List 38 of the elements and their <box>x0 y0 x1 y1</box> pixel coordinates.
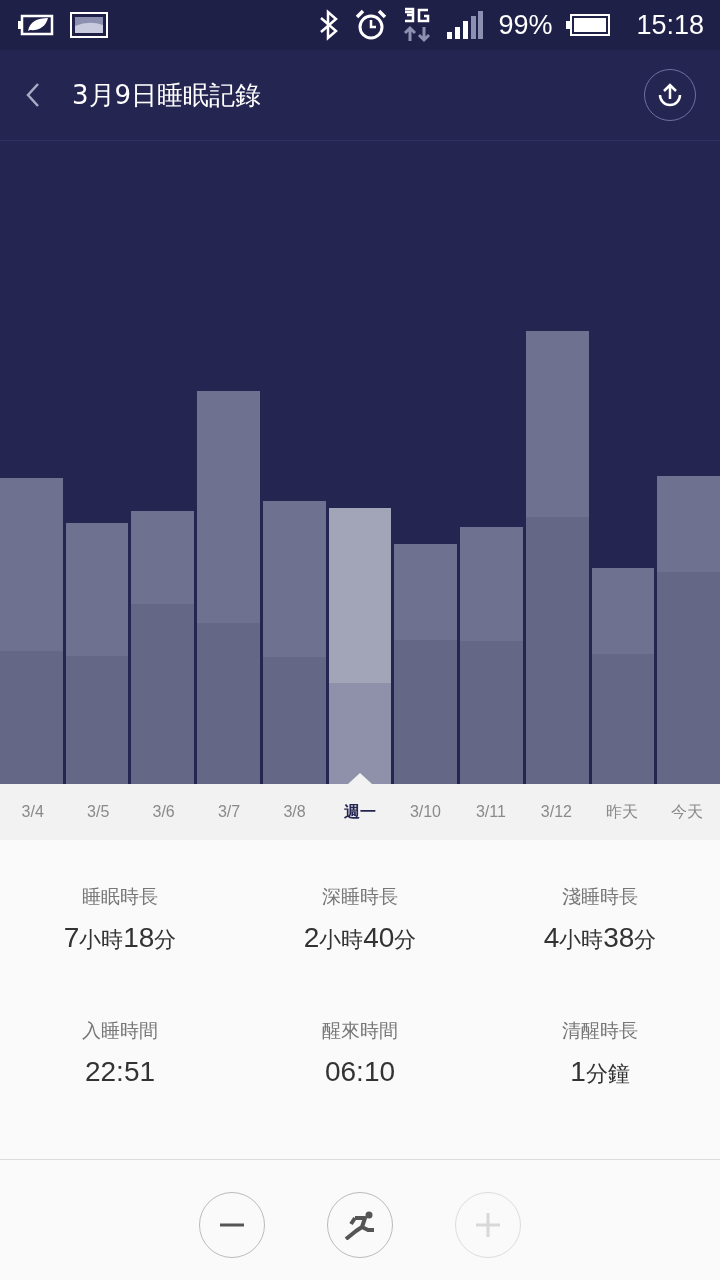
day-tab[interactable]: 3/7 <box>196 784 262 840</box>
leaf-battery-icon <box>18 13 56 37</box>
signal-icon <box>446 10 485 40</box>
day-tab[interactable]: 今天 <box>654 784 720 840</box>
day-tab[interactable]: 3/6 <box>130 784 197 840</box>
alarm-icon <box>354 8 389 42</box>
day-tab[interactable]: 3/5 <box>65 784 131 840</box>
back-button[interactable] <box>26 82 40 108</box>
clock: 15:18 <box>636 9 704 41</box>
day-tab[interactable]: 昨天 <box>589 784 655 840</box>
day-tab[interactable]: 週一 <box>327 784 393 840</box>
stat-label: 淺睡時長 <box>562 884 638 909</box>
stat-label: 醒來時間 <box>322 1018 398 1043</box>
day-tab[interactable]: 3/12 <box>523 784 590 840</box>
day-tab[interactable]: 3/11 <box>458 784 524 840</box>
day-tab[interactable]: 3/8 <box>261 784 328 840</box>
day-tab[interactable]: 3/10 <box>392 784 459 840</box>
running-person-icon <box>343 1210 377 1240</box>
stat-label: 入睡時間 <box>82 1018 158 1043</box>
stat-value: 2小時40分 <box>303 922 417 955</box>
battery-icon <box>566 14 611 36</box>
stat-value: 7小時18分 <box>63 922 177 955</box>
network-3g-icon <box>402 7 433 43</box>
stat-value: 4小時38分 <box>543 922 657 955</box>
minus-icon <box>219 1223 245 1227</box>
battery-percent: 99% <box>498 9 553 41</box>
back-icon <box>26 82 40 108</box>
upload-icon <box>656 81 684 109</box>
plus-icon <box>473 1210 503 1240</box>
stat-label: 睡眠時長 <box>82 884 158 909</box>
stat-value: 1分鐘 <box>570 1056 630 1089</box>
image-icon <box>70 12 108 38</box>
day-tab[interactable]: 3/4 <box>0 784 66 840</box>
stat-value: 22:51 <box>84 1056 156 1088</box>
page-title: 3月9日睡眠記錄 <box>72 78 263 112</box>
stat-label: 深睡時長 <box>322 884 398 909</box>
stat-label: 清醒時長 <box>562 1018 638 1043</box>
stat-value: 06:10 <box>324 1056 396 1088</box>
